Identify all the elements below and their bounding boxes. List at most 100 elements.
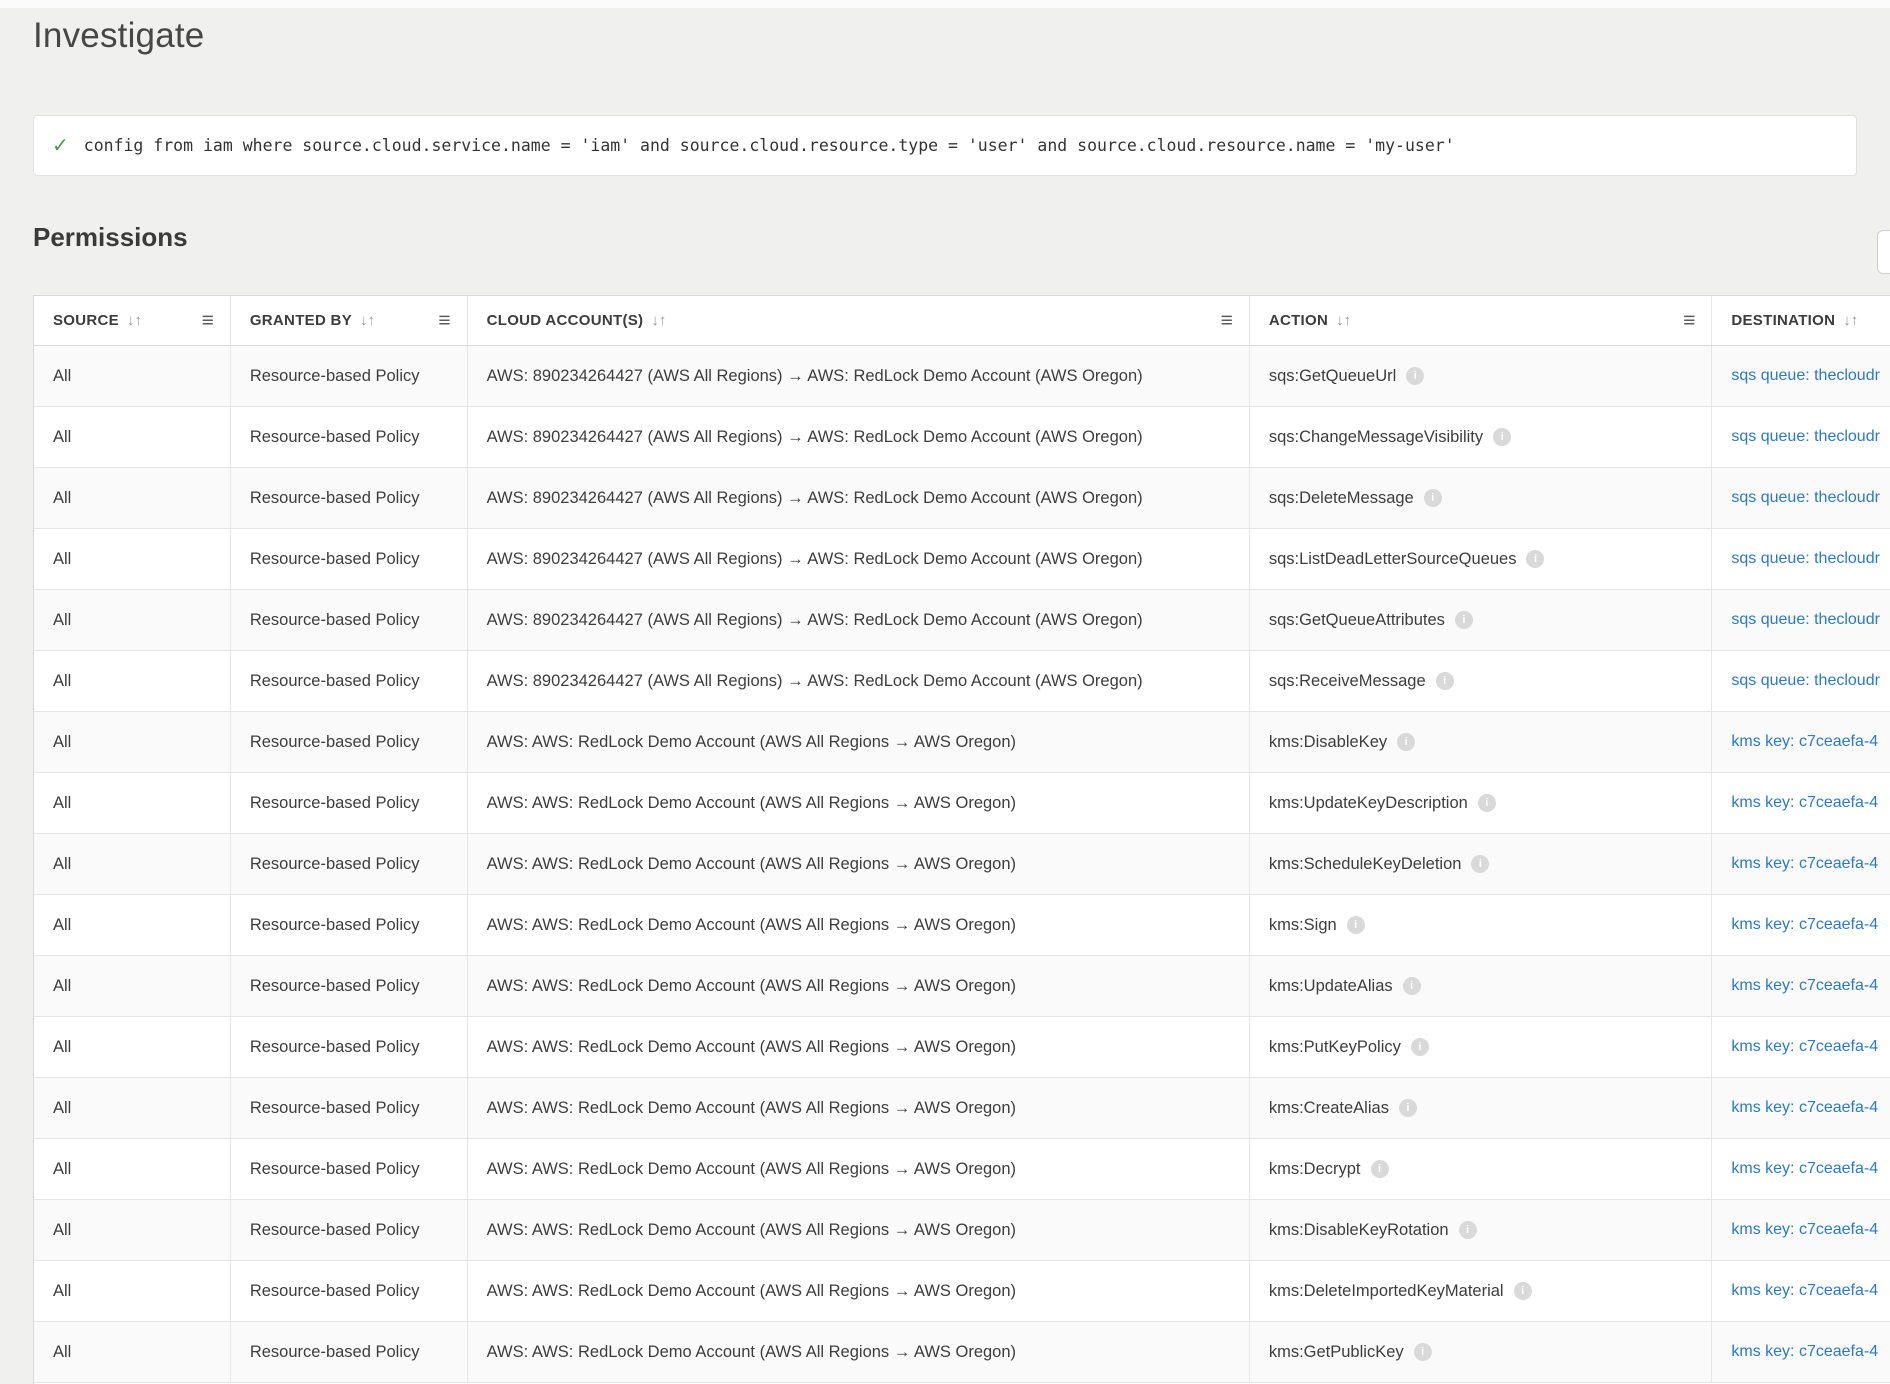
column-label: DESTINATION: [1731, 312, 1835, 329]
query-text[interactable]: config from iam where source.cloud.servi…: [84, 136, 1455, 155]
cloud-accounts-cell: AWS: 890234264427 (AWS All Regions) → AW…: [468, 529, 1250, 589]
column-header-action[interactable]: ACTION ↓↑ ≡: [1250, 296, 1713, 345]
granted-by-cell: Resource-based Policy: [231, 590, 468, 650]
action-cell: sqs:ReceiveMessage i: [1250, 651, 1713, 711]
action-cell: sqs:ChangeMessageVisibility i: [1250, 407, 1713, 467]
column-header-source[interactable]: SOURCE ↓↑ ≡: [34, 296, 231, 345]
table-row: All Resource-based Policy AWS: 890234264…: [34, 407, 1890, 468]
destination-link[interactable]: kms key: c7ceaefa-4: [1731, 1221, 1878, 1239]
column-header-cloud-accounts[interactable]: CLOUD ACCOUNT(S) ↓↑ ≡: [468, 296, 1250, 345]
column-menu-icon[interactable]: ≡: [202, 310, 216, 331]
table-row: All Resource-based Policy AWS: AWS: RedL…: [34, 773, 1890, 834]
destination-link[interactable]: sqs queue: thecloudr: [1731, 672, 1880, 690]
source-cell: All: [34, 407, 231, 467]
query-bar[interactable]: ✓ config from iam where source.cloud.ser…: [33, 115, 1857, 176]
table-row: All Resource-based Policy AWS: AWS: RedL…: [34, 712, 1890, 773]
action-cell: kms:DisableKey i: [1250, 712, 1713, 772]
sort-icon[interactable]: ↓↑: [1336, 312, 1351, 329]
action-cell: kms:ScheduleKeyDeletion i: [1250, 834, 1713, 894]
destination-link[interactable]: kms key: c7ceaefa-4: [1731, 1282, 1878, 1300]
column-menu-icon[interactable]: ≡: [438, 310, 452, 331]
action-cell: kms:UpdateAlias i: [1250, 956, 1713, 1016]
granted-by-cell: Resource-based Policy: [231, 1200, 468, 1260]
info-icon[interactable]: i: [1455, 611, 1473, 629]
source-cell: All: [34, 773, 231, 833]
column-header-granted-by[interactable]: GRANTED BY ↓↑ ≡: [231, 296, 468, 345]
info-icon[interactable]: i: [1414, 1343, 1432, 1361]
granted-by-cell: Resource-based Policy: [231, 895, 468, 955]
page-title: Investigate: [33, 16, 204, 56]
destination-link[interactable]: kms key: c7ceaefa-4: [1731, 916, 1878, 934]
source-cell: All: [34, 1322, 231, 1382]
destination-link[interactable]: sqs queue: thecloudr: [1731, 550, 1880, 568]
destination-link[interactable]: kms key: c7ceaefa-4: [1731, 855, 1878, 873]
granted-by-cell: Resource-based Policy: [231, 712, 468, 772]
cloud-accounts-cell: AWS: AWS: RedLock Demo Account (AWS All …: [468, 773, 1250, 833]
source-cell: All: [34, 1078, 231, 1138]
table-row: All Resource-based Policy AWS: 890234264…: [34, 590, 1890, 651]
destination-cell: kms key: c7ceaefa-4: [1712, 1261, 1890, 1321]
info-icon[interactable]: i: [1478, 794, 1496, 812]
column-menu-icon[interactable]: ≡: [1683, 310, 1697, 331]
destination-cell: sqs queue: thecloudr: [1712, 346, 1890, 406]
info-icon[interactable]: i: [1459, 1221, 1477, 1239]
destination-link[interactable]: kms key: c7ceaefa-4: [1731, 1099, 1878, 1117]
source-cell: All: [34, 1200, 231, 1260]
destination-link[interactable]: kms key: c7ceaefa-4: [1731, 1343, 1878, 1361]
granted-by-cell: Resource-based Policy: [231, 1139, 468, 1199]
sort-icon[interactable]: ↓↑: [1843, 312, 1858, 329]
cloud-accounts-cell: AWS: 890234264427 (AWS All Regions) → AW…: [468, 468, 1250, 528]
destination-link[interactable]: kms key: c7ceaefa-4: [1731, 1160, 1878, 1178]
cloud-accounts-cell: AWS: AWS: RedLock Demo Account (AWS All …: [468, 834, 1250, 894]
action-cell: kms:UpdateKeyDescription i: [1250, 773, 1713, 833]
source-cell: All: [34, 651, 231, 711]
destination-link[interactable]: sqs queue: thecloudr: [1731, 428, 1880, 446]
granted-by-cell: Resource-based Policy: [231, 1017, 468, 1077]
info-icon[interactable]: i: [1399, 1099, 1417, 1117]
destination-cell: kms key: c7ceaefa-4: [1712, 773, 1890, 833]
granted-by-cell: Resource-based Policy: [231, 468, 468, 528]
cloud-accounts-cell: AWS: 890234264427 (AWS All Regions) → AW…: [468, 346, 1250, 406]
sort-icon[interactable]: ↓↑: [651, 312, 666, 329]
granted-by-cell: Resource-based Policy: [231, 834, 468, 894]
destination-link[interactable]: kms key: c7ceaefa-4: [1731, 977, 1878, 995]
info-icon[interactable]: i: [1406, 367, 1424, 385]
action-cell: sqs:GetQueueAttributes i: [1250, 590, 1713, 650]
table-row: All Resource-based Policy AWS: 890234264…: [34, 346, 1890, 407]
column-label: GRANTED BY: [250, 312, 352, 329]
info-icon[interactable]: i: [1411, 1038, 1429, 1056]
table-row: All Resource-based Policy AWS: 890234264…: [34, 468, 1890, 529]
table-row: All Resource-based Policy AWS: AWS: RedL…: [34, 895, 1890, 956]
cloud-accounts-cell: AWS: AWS: RedLock Demo Account (AWS All …: [468, 956, 1250, 1016]
action-cell: kms:Sign i: [1250, 895, 1713, 955]
info-icon[interactable]: i: [1397, 733, 1415, 751]
info-icon[interactable]: i: [1347, 916, 1365, 934]
destination-link[interactable]: kms key: c7ceaefa-4: [1731, 794, 1878, 812]
sort-icon[interactable]: ↓↑: [360, 312, 375, 329]
info-icon[interactable]: i: [1514, 1282, 1532, 1300]
destination-link[interactable]: sqs queue: thecloudr: [1731, 367, 1880, 385]
destination-link[interactable]: kms key: c7ceaefa-4: [1731, 1038, 1878, 1056]
sort-icon[interactable]: ↓↑: [127, 312, 142, 329]
column-menu-icon[interactable]: ≡: [1221, 310, 1235, 331]
action-cell: kms:PutKeyPolicy i: [1250, 1017, 1713, 1077]
info-icon[interactable]: i: [1471, 855, 1489, 873]
granted-by-cell: Resource-based Policy: [231, 346, 468, 406]
destination-cell: sqs queue: thecloudr: [1712, 651, 1890, 711]
source-cell: All: [34, 956, 231, 1016]
info-icon[interactable]: i: [1493, 428, 1511, 446]
info-icon[interactable]: i: [1526, 550, 1544, 568]
edge-cutoff-button[interactable]: [1877, 230, 1890, 274]
destination-link[interactable]: sqs queue: thecloudr: [1731, 489, 1880, 507]
info-icon[interactable]: i: [1436, 672, 1454, 690]
info-icon[interactable]: i: [1403, 977, 1421, 995]
granted-by-cell: Resource-based Policy: [231, 1078, 468, 1138]
info-icon[interactable]: i: [1424, 489, 1442, 507]
column-label: SOURCE: [53, 312, 119, 329]
destination-link[interactable]: sqs queue: thecloudr: [1731, 611, 1880, 629]
table-body: All Resource-based Policy AWS: 890234264…: [34, 346, 1890, 1383]
column-header-destination[interactable]: DESTINATION ↓↑: [1712, 296, 1890, 345]
destination-link[interactable]: kms key: c7ceaefa-4: [1731, 733, 1878, 751]
source-cell: All: [34, 712, 231, 772]
info-icon[interactable]: i: [1371, 1160, 1389, 1178]
